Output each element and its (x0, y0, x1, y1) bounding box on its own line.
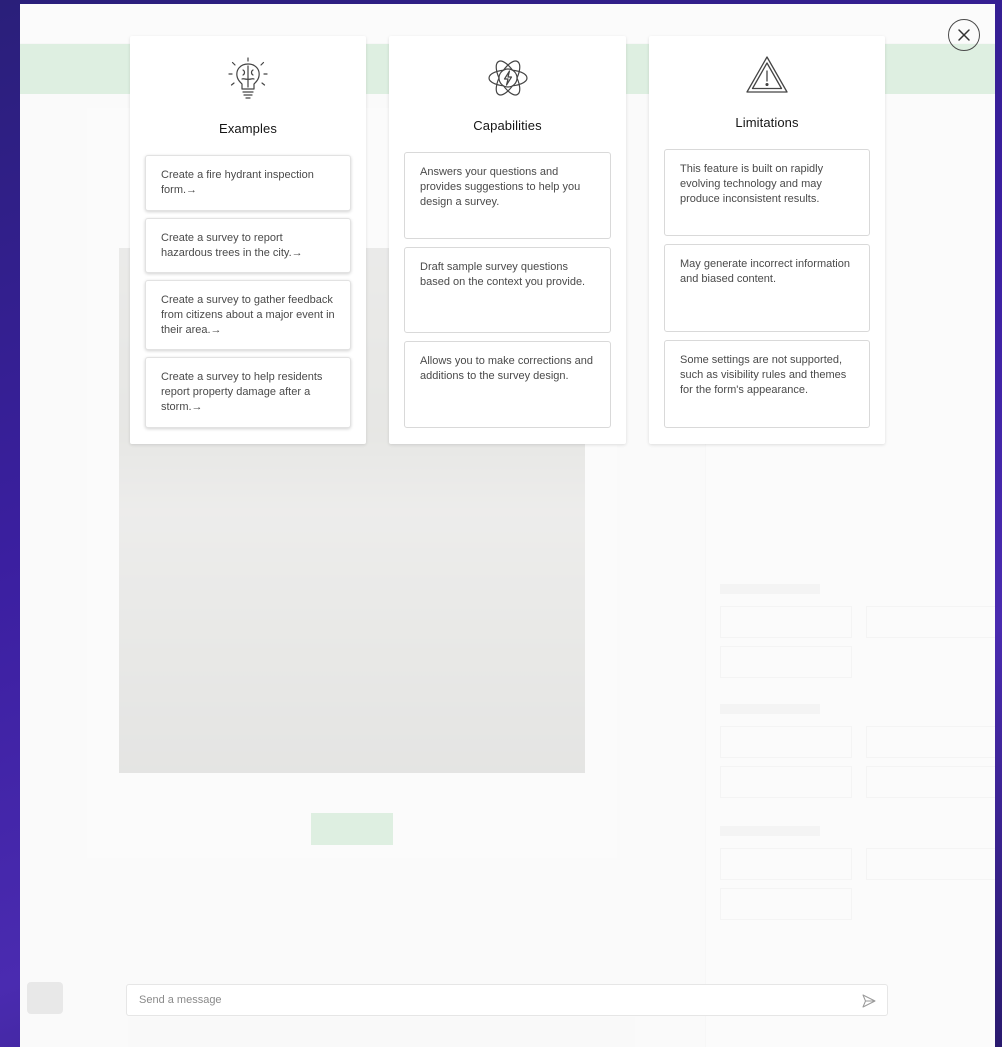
example-prompt[interactable]: Create a survey to report hazardous tree… (145, 218, 351, 273)
lightbulb-brain-icon (228, 57, 268, 99)
capabilities-panel: Capabilities Answers your questions and … (389, 36, 626, 444)
warning-triangle-icon (746, 56, 788, 93)
example-prompt[interactable]: Create a survey to gather feedback from … (145, 280, 351, 350)
panel-title: Limitations (735, 115, 799, 130)
assistant-dock-button[interactable] (27, 982, 63, 1014)
capability-item: Allows you to make corrections and addit… (404, 341, 611, 428)
panel-title: Capabilities (473, 118, 542, 133)
atom-lightning-icon (487, 60, 528, 96)
chat-input-bar (126, 984, 888, 1016)
close-icon (958, 29, 970, 41)
example-prompt[interactable]: Create a fire hydrant inspection form.→ (145, 155, 351, 211)
capability-item: Answers your questions and provides sugg… (404, 152, 611, 239)
examples-panel: Examples Create a fire hydrant inspectio… (130, 36, 366, 444)
limitations-panel: Limitations This feature is built on rap… (649, 36, 885, 444)
example-prompt[interactable]: Create a survey to help residents report… (145, 357, 351, 428)
send-icon[interactable] (861, 993, 877, 1009)
limitation-item: This feature is built on rapidly evolvin… (664, 149, 870, 236)
panel-title: Examples (219, 121, 277, 136)
message-input[interactable] (139, 994, 839, 1006)
capability-item: Draft sample survey questions based on t… (404, 247, 611, 333)
limitation-item: Some settings are not supported, such as… (664, 340, 870, 428)
limitation-item: May generate incorrect information and b… (664, 244, 870, 332)
close-button[interactable] (948, 19, 980, 51)
